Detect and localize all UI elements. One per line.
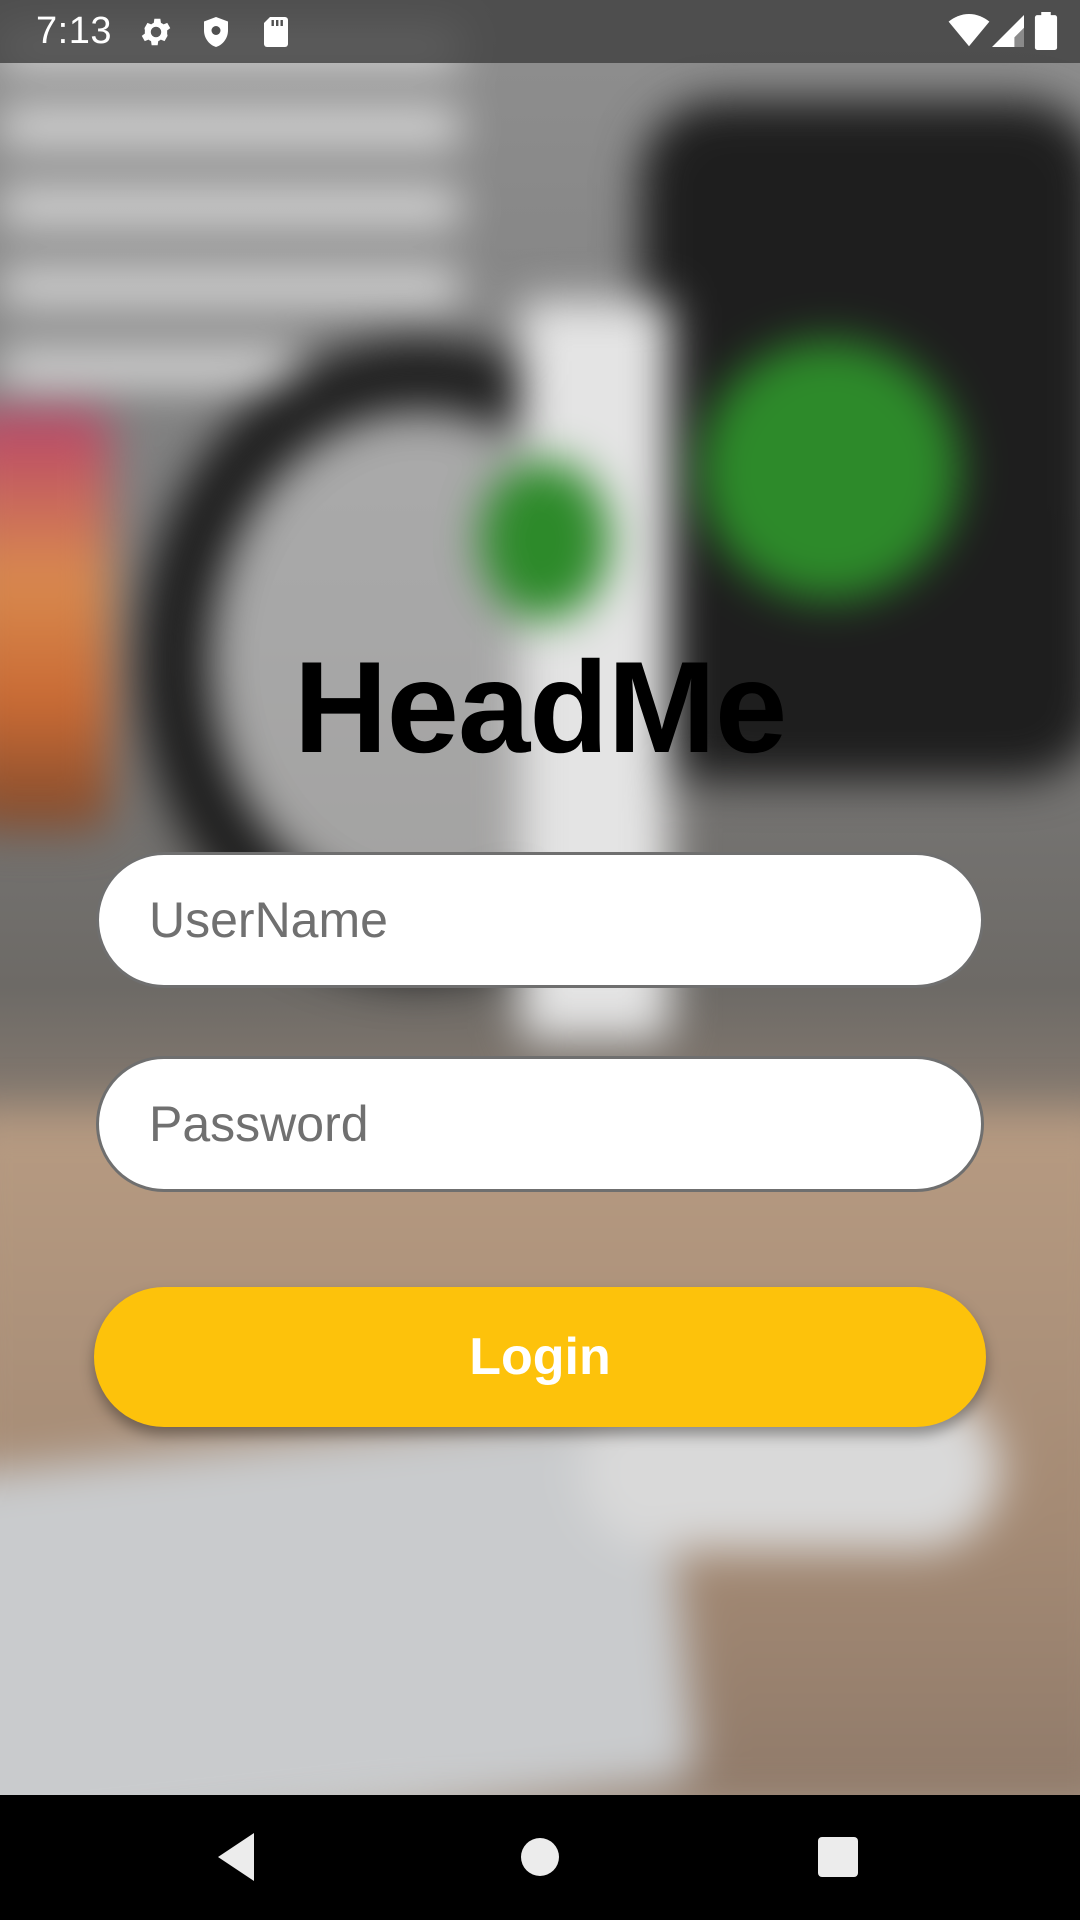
- login-button[interactable]: Login: [94, 1287, 986, 1427]
- status-time: 7:13: [36, 10, 112, 52]
- app-title: HeadMe: [293, 634, 787, 780]
- shield-icon: [204, 17, 228, 47]
- back-icon[interactable]: [208, 1825, 272, 1889]
- username-input[interactable]: [96, 852, 984, 988]
- gear-icon: [141, 18, 171, 46]
- password-input[interactable]: [96, 1056, 984, 1192]
- recents-icon[interactable]: [806, 1825, 870, 1889]
- battery-icon: [1034, 12, 1058, 50]
- status-bar: 7:13: [0, 0, 1080, 63]
- sdcard-icon: [264, 17, 288, 47]
- wifi-icon: [948, 14, 990, 47]
- home-icon[interactable]: [508, 1825, 572, 1889]
- navigation-bar: [0, 1795, 1080, 1920]
- signal-icon: [992, 15, 1024, 47]
